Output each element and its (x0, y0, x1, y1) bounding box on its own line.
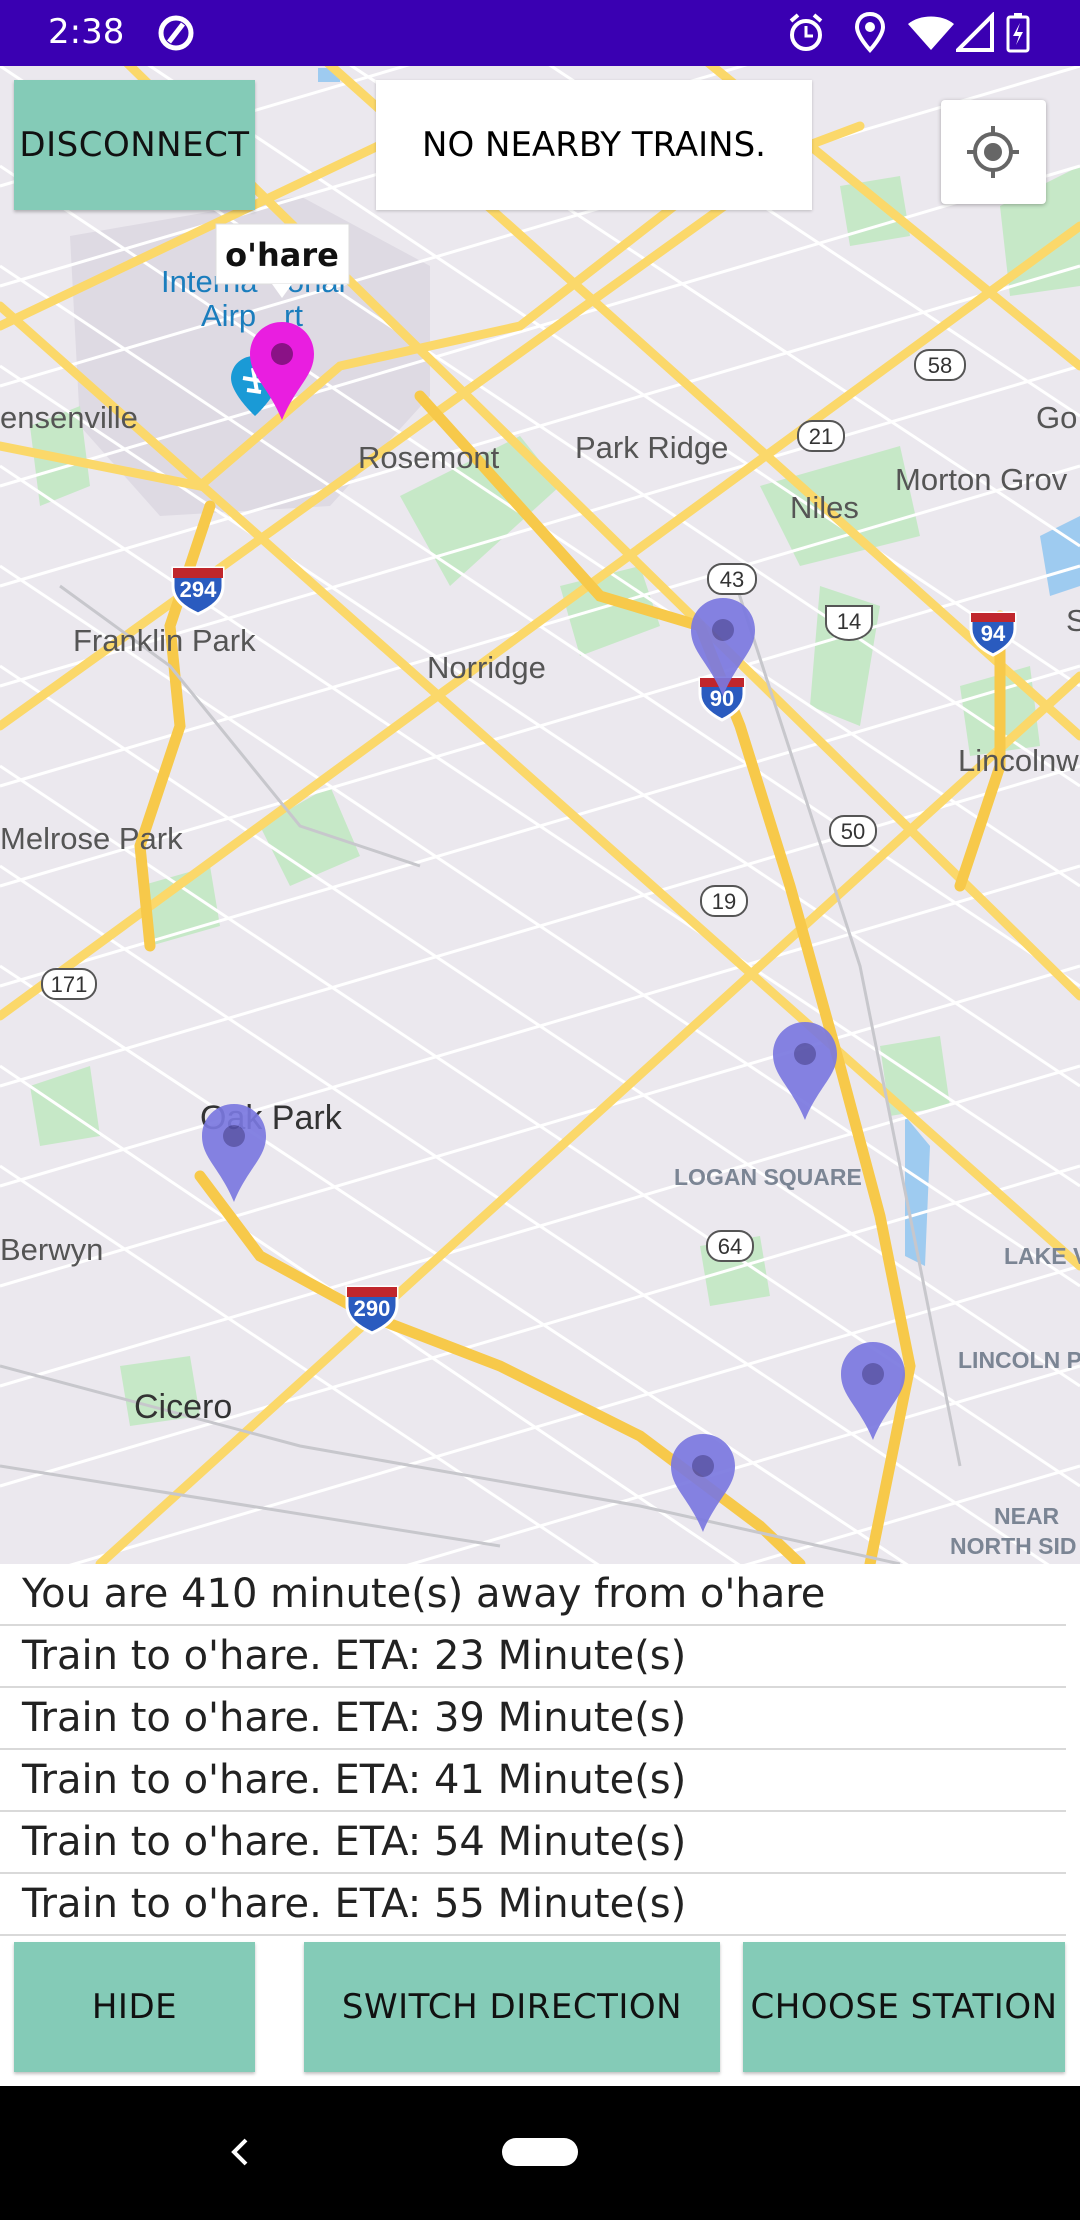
disconnect-button[interactable]: DISCONNECT (14, 80, 255, 210)
train-marker (671, 1434, 735, 1532)
list-item[interactable]: Train to o'hare. ETA: 39 Minute(s) (0, 1688, 1066, 1750)
list-item[interactable]: Train to o'hare. ETA: 41 Minute(s) (0, 1750, 1066, 1812)
label-morton-grove: Morton Grov (895, 462, 1068, 497)
battery-icon (1006, 13, 1030, 53)
my-location-button[interactable] (941, 100, 1046, 204)
map-canvas: 294 90 94 290 43 14 58 21 50 19 171 64 I… (0, 66, 1080, 1564)
sync-icon (158, 15, 194, 51)
label-rosemont: Rosemont (358, 440, 500, 475)
map-view[interactable]: 294 90 94 290 43 14 58 21 50 19 171 64 I… (0, 66, 1080, 1564)
label-near: NEAR (994, 1503, 1060, 1529)
label-bensenville: ensenville (0, 400, 138, 435)
my-location-icon (967, 126, 1019, 178)
label-melrose-park: Melrose Park (0, 821, 183, 856)
shield-290-text: 290 (354, 1296, 391, 1321)
list-item[interactable]: Train to o'hare. ETA: 54 Minute(s) (0, 1812, 1066, 1874)
shield-14-text: 14 (837, 609, 861, 634)
eta-list[interactable]: You are 410 minute(s) away from o'hare T… (0, 1564, 1080, 1940)
signal-icon (956, 12, 994, 52)
shield-58-text: 58 (928, 353, 952, 378)
label-lincoln-park: LINCOLN P (958, 1347, 1080, 1373)
label-logan-square: LOGAN SQUARE (674, 1164, 862, 1190)
label-lincolnwood: Lincolnw (958, 743, 1079, 778)
wifi-icon (908, 16, 954, 50)
label-niles: Niles (790, 490, 859, 525)
shield-50-text: 50 (841, 819, 865, 844)
location-icon (854, 12, 886, 53)
nearby-trains-status: NO NEARBY TRAINS. (376, 80, 812, 210)
shield-43-text: 43 (720, 567, 744, 592)
list-item[interactable]: Train to o'hare. ETA: 23 Minute(s) (0, 1626, 1066, 1688)
alarm-icon (789, 13, 823, 51)
label-berwyn: Berwyn (0, 1232, 103, 1267)
hide-button[interactable]: HIDE (14, 1942, 255, 2072)
shield-19-text: 19 (712, 889, 736, 914)
label-norridge: Norridge (427, 650, 546, 685)
label-franklin-park: Franklin Park (73, 623, 256, 658)
airport-label-3: Airp (201, 298, 256, 333)
switch-direction-button[interactable]: SWITCH DIRECTION (304, 1942, 720, 2072)
list-item[interactable]: Train to o'hare. ETA: 55 Minute(s) (0, 1874, 1066, 1936)
home-pill[interactable] (502, 2138, 578, 2166)
label-lake-view: LAKE V (1004, 1243, 1080, 1269)
back-icon[interactable] (220, 2132, 260, 2172)
shield-171-text: 171 (51, 972, 88, 997)
label-s: S (1066, 603, 1080, 638)
marker-info-label: o'hare (225, 236, 339, 274)
shield-64-text: 64 (718, 1234, 742, 1259)
status-bar: 2:38 (0, 0, 1080, 66)
list-item[interactable]: You are 410 minute(s) away from o'hare (0, 1564, 1066, 1626)
interstate-shields (171, 566, 1017, 1335)
choose-station-button[interactable]: CHOOSE STATION (743, 1942, 1065, 2072)
train-marker (773, 1022, 837, 1120)
status-time: 2:38 (48, 12, 125, 52)
label-go: Go (1036, 400, 1077, 435)
shield-94-text: 94 (981, 621, 1006, 646)
label-cicero: Cicero (134, 1388, 232, 1426)
label-near-north: NORTH SID (950, 1533, 1077, 1559)
navigation-bar (0, 2086, 1080, 2220)
shield-294-text: 294 (180, 577, 217, 602)
label-park-ridge: Park Ridge (575, 430, 728, 465)
shield-21-text: 21 (809, 424, 833, 449)
